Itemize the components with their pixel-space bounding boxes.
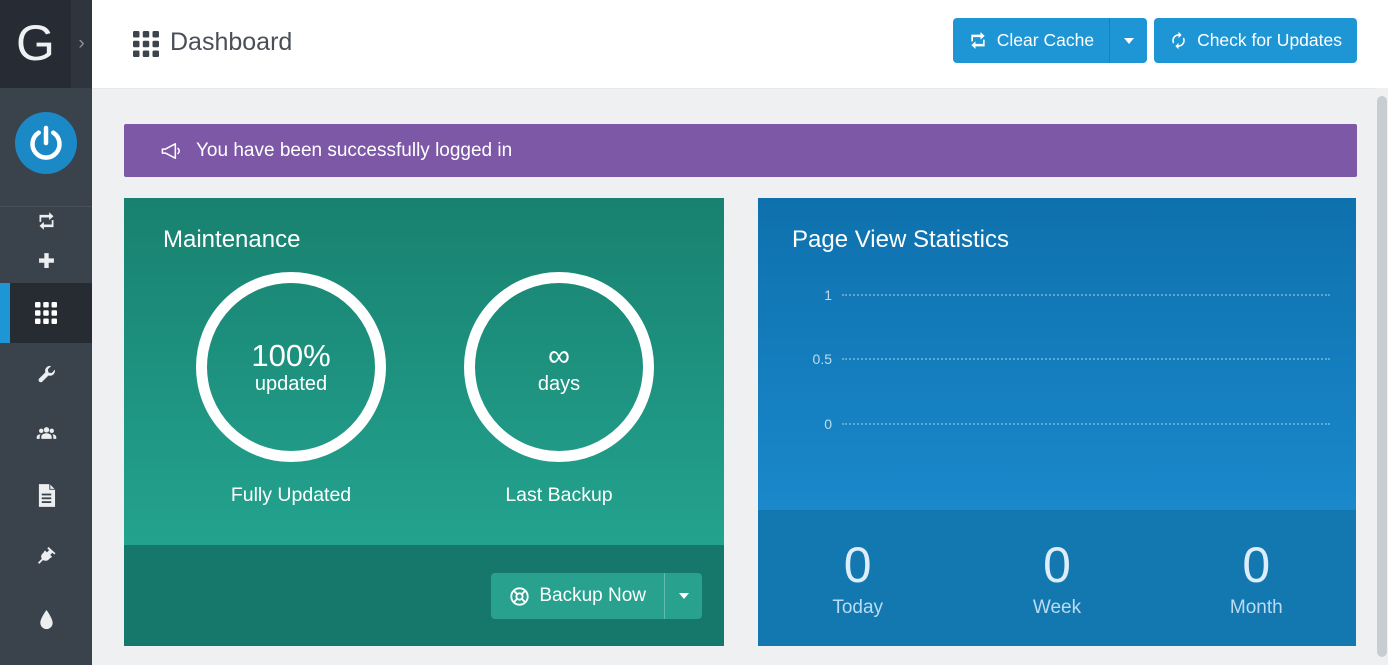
- y-tick-0: 0: [786, 416, 842, 432]
- scrollbar-thumb[interactable]: [1377, 96, 1387, 657]
- sidebar-item-plugins[interactable]: [0, 536, 92, 576]
- header-actions: Clear Cache Check for Updates: [953, 18, 1357, 63]
- backup-circle: ∞ days: [464, 272, 654, 462]
- dotted-gridline: [842, 358, 1330, 360]
- y-tick-1: 1: [786, 287, 842, 303]
- updated-caption: updated: [255, 373, 327, 396]
- backup-now-split-button: Backup Now: [491, 573, 702, 619]
- maintenance-panel: Maintenance 100% updated ∞ days Fully Up…: [124, 198, 724, 646]
- wrench-icon: [35, 364, 57, 386]
- sidebar-item-pages[interactable]: [0, 475, 92, 515]
- notification-message: You have been successfully logged in: [196, 140, 512, 162]
- droplet-icon: [39, 610, 54, 630]
- sidebar-item-add[interactable]: [0, 240, 92, 280]
- updated-circle-label: Fully Updated: [196, 484, 386, 507]
- grid-icon: [35, 302, 57, 324]
- retweet-icon: [968, 32, 988, 49]
- power-logo[interactable]: [15, 112, 77, 174]
- backup-caption: days: [538, 373, 580, 396]
- gridline-1: 1: [786, 288, 1330, 302]
- plus-icon: [36, 250, 57, 271]
- file-icon: [37, 484, 56, 507]
- plug-icon: [35, 545, 57, 567]
- notification-banner: You have been successfully logged in: [124, 124, 1357, 177]
- clear-cache-dropdown-toggle[interactable]: [1109, 18, 1147, 63]
- stat-month: 0 Month: [1157, 540, 1356, 619]
- gridline-0: 0: [786, 417, 1330, 431]
- sidebar-item-theme[interactable]: [0, 355, 92, 395]
- stat-today-value: 0: [844, 540, 872, 590]
- refresh-icon: [1169, 31, 1188, 50]
- dotted-gridline: [842, 294, 1330, 296]
- gridline-05: 0.5: [786, 352, 1330, 366]
- y-tick-05: 0.5: [786, 351, 842, 367]
- backup-now-button[interactable]: Backup Now: [491, 573, 664, 619]
- stat-month-value: 0: [1242, 540, 1270, 590]
- page-title: Dashboard: [170, 28, 292, 57]
- statistics-chart: Page View Statistics 1 0.5 0: [758, 198, 1356, 510]
- stat-month-label: Month: [1230, 597, 1283, 619]
- clear-cache-button[interactable]: Clear Cache: [953, 18, 1109, 63]
- scrollbar-track[interactable]: [1375, 88, 1388, 665]
- backup-dropdown-toggle[interactable]: [664, 573, 702, 619]
- backup-value: ∞: [548, 338, 570, 374]
- stat-week: 0 Week: [957, 540, 1156, 619]
- sidebar-item-dashboard[interactable]: [0, 283, 92, 343]
- life-ring-icon: [509, 586, 530, 607]
- chevron-right-icon: ›: [78, 33, 84, 55]
- sidebar-item-users[interactable]: [0, 415, 92, 455]
- stat-week-value: 0: [1043, 540, 1071, 590]
- sidebar-item-sync[interactable]: [0, 201, 92, 241]
- maintenance-title: Maintenance: [163, 226, 300, 254]
- caret-down-icon: [679, 593, 689, 599]
- clear-cache-label: Clear Cache: [997, 30, 1094, 51]
- stat-week-label: Week: [1033, 597, 1081, 619]
- statistics-title: Page View Statistics: [792, 226, 1009, 254]
- stat-today-label: Today: [832, 597, 883, 619]
- clear-cache-split-button: Clear Cache: [953, 18, 1147, 63]
- statistics-summary: 0 Today 0 Week 0 Month: [758, 510, 1356, 646]
- app-logo-letter: G: [16, 18, 55, 68]
- check-updates-label: Check for Updates: [1197, 30, 1342, 51]
- users-icon: [35, 426, 58, 444]
- backup-now-label: Backup Now: [539, 585, 646, 607]
- maintenance-footer: Backup Now: [124, 545, 724, 646]
- stat-today: 0 Today: [758, 540, 957, 619]
- dashboard-grid-icon: [133, 31, 159, 57]
- maintenance-body: Maintenance 100% updated ∞ days Fully Up…: [124, 198, 724, 545]
- app-logo[interactable]: G: [0, 0, 71, 88]
- dotted-gridline: [842, 423, 1330, 425]
- backup-circle-label: Last Backup: [464, 484, 654, 507]
- updated-value: 100%: [251, 338, 330, 374]
- updated-circle: 100% updated: [196, 272, 386, 462]
- megaphone-icon: [160, 141, 183, 161]
- caret-down-icon: [1124, 38, 1134, 44]
- sidebar-item-backups[interactable]: [0, 600, 92, 640]
- power-icon: [28, 125, 64, 161]
- sidebar-expand-toggle[interactable]: ›: [71, 0, 92, 88]
- check-updates-button[interactable]: Check for Updates: [1154, 18, 1357, 63]
- retweet-icon: [36, 212, 57, 230]
- statistics-panel: Page View Statistics 1 0.5 0 0 Today 0 W…: [758, 198, 1356, 646]
